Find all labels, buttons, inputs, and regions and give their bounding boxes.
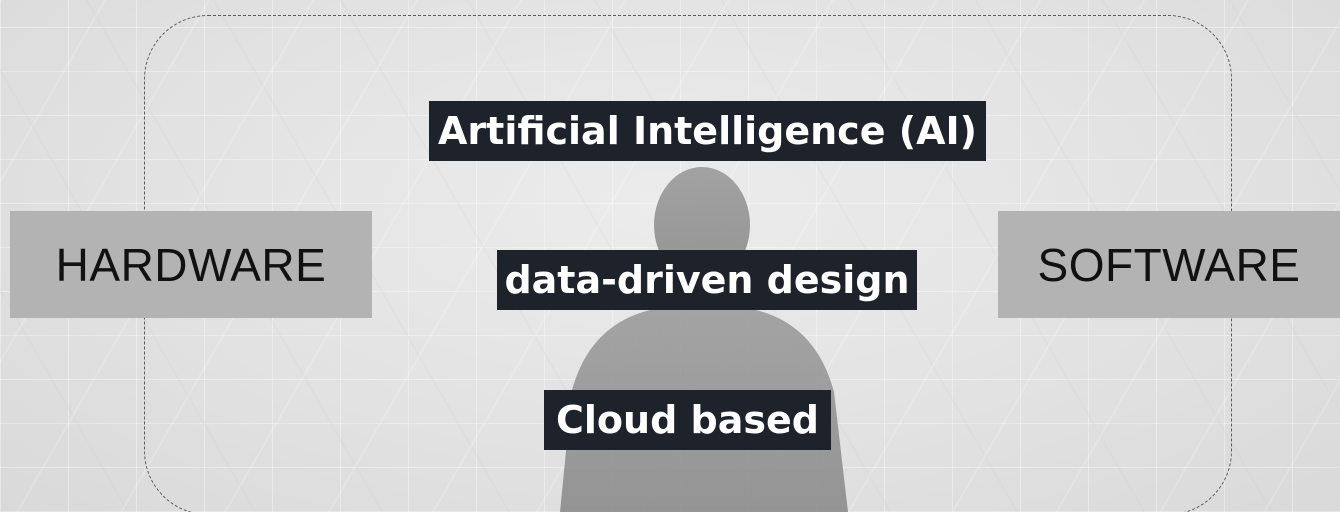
hardware-label: HARDWARE [55, 238, 327, 291]
cloud-based-label-text: Cloud based [556, 398, 819, 442]
ai-label: Artificial Intelligence (AI) [429, 101, 986, 161]
data-driven-design-label: data-driven design [497, 250, 917, 310]
software-block: SOFTWARE [998, 211, 1340, 318]
data-driven-design-label-text: data-driven design [504, 258, 910, 302]
software-label: SOFTWARE [1037, 238, 1301, 291]
diagram-canvas: HARDWARE SOFTWARE Artificial Intelligenc… [0, 0, 1340, 512]
hardware-block: HARDWARE [10, 211, 372, 318]
cloud-based-label: Cloud based [544, 390, 831, 450]
ai-label-text: Artificial Intelligence (AI) [438, 109, 977, 153]
